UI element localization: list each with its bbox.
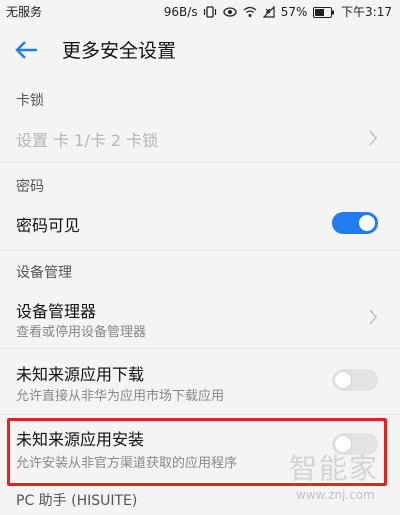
wifi-icon — [243, 5, 261, 19]
unknown-download-label: 未知来源应用下载 — [16, 365, 145, 384]
section-header-pc-assistant: PC 助手 (HISUITE) — [16, 493, 138, 509]
device-admin-subtitle: 查看或停用设备管理器 — [16, 325, 147, 340]
vibrate-icon — [203, 5, 221, 19]
unknown-download-subtitle: 允许直接从非华为应用市场下载应用 — [16, 389, 225, 404]
toggle-knob — [335, 372, 351, 388]
page-title: 更多安全设置 — [62, 40, 177, 62]
password-visible-toggle[interactable] — [332, 212, 378, 234]
device-admin-label: 设备管理器 — [16, 302, 97, 321]
divider — [0, 348, 400, 349]
section-header-sim-lock: 卡锁 — [16, 93, 44, 109]
divider — [0, 250, 400, 251]
battery-percent-text: 57% — [280, 5, 308, 19]
watermark-url: www.znj.com — [296, 488, 375, 502]
sim-lock-label: 设置 卡 1/卡 2 卡锁 — [16, 131, 159, 150]
battery-icon — [313, 5, 339, 19]
password-visible-label: 密码可见 — [16, 216, 81, 235]
divider — [0, 162, 400, 163]
status-icons: 96B/s 57% 下午3:17 — [162, 3, 392, 20]
watermark-logo: 智能家 — [289, 452, 380, 485]
carrier-text: 无服务 — [6, 5, 43, 19]
chevron-right-icon — [369, 309, 378, 325]
section-header-device-management: 设备管理 — [16, 265, 72, 281]
toggle-knob — [359, 215, 375, 231]
chevron-right-icon — [369, 130, 378, 146]
clock-text: 下午3:17 — [341, 5, 392, 19]
section-header-password: 密码 — [16, 179, 44, 195]
net-speed-text: 96B/s — [163, 5, 198, 19]
signal-icon — [262, 5, 279, 19]
divider — [0, 414, 400, 415]
status-bar: 无服务 96B/s 57% 下午3:17 — [0, 0, 400, 20]
back-arrow-icon[interactable] — [14, 37, 40, 63]
unknown-download-toggle[interactable] — [332, 369, 378, 391]
eye-comfort-icon — [223, 5, 241, 19]
app-bar: 更多安全设置 — [0, 20, 400, 80]
